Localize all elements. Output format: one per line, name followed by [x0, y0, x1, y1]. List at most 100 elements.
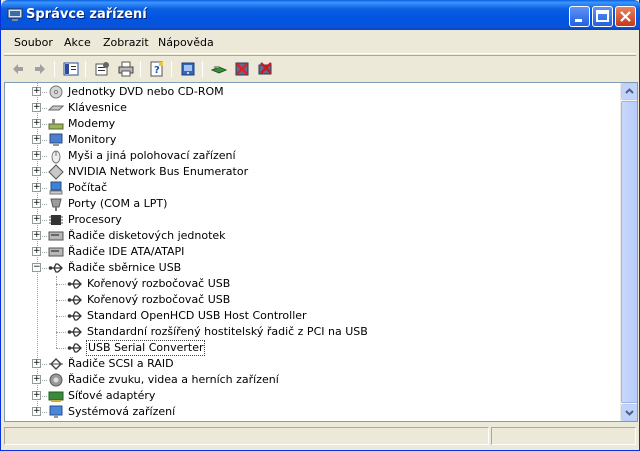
scroll-up-button[interactable] [621, 83, 637, 100]
tree-connector [56, 316, 66, 317]
tree-category-item[interactable]: Řadiče SCSI a RAID [48, 356, 175, 372]
tree-item-label: Řadiče sběrnice USB [68, 261, 182, 274]
expand-plus-icon[interactable]: + [32, 215, 41, 224]
usb-icon [67, 327, 82, 337]
back-button[interactable] [8, 59, 28, 79]
chevron-up-icon [625, 88, 634, 94]
tree-child-item[interactable]: Kořenový rozbočovač USB [67, 292, 231, 308]
expand-plus-icon[interactable]: + [32, 231, 41, 240]
menu-akce[interactable]: Akce [64, 36, 91, 49]
system-device-icon [49, 405, 63, 418]
tree-item-label: Počítač [68, 181, 108, 194]
monitor-icon [49, 133, 63, 146]
uninstall-device-icon [258, 62, 272, 75]
tree-item-label: Standard OpenHCD USB Host Controller [87, 309, 307, 322]
expand-plus-icon[interactable]: + [32, 391, 41, 400]
dvd-drive-icon [49, 85, 63, 99]
menu-soubor[interactable]: Soubor [14, 36, 53, 49]
toolbar: ? [4, 55, 636, 81]
update-driver-icon [211, 66, 227, 74]
properties-button[interactable] [92, 59, 112, 79]
tree-category-item[interactable]: Počítač [48, 180, 108, 196]
tree-item-label: Kořenový rozbočovač USB [87, 293, 231, 306]
expand-plus-icon[interactable]: + [32, 87, 41, 96]
tree-item-label: Řadiče SCSI a RAID [68, 357, 174, 370]
tree-category-item[interactable]: Síťové adaptéry [48, 388, 156, 404]
tree-category-item[interactable]: Procesory [48, 212, 123, 228]
minimize-icon [575, 19, 582, 22]
usb-icon [67, 279, 82, 289]
tree-child-item[interactable]: Standardní rozšířený hostitelský řadič z… [67, 324, 369, 340]
ide-controller-icon [48, 247, 64, 257]
menu-zobrazit[interactable]: Zobrazit [103, 36, 149, 49]
vertical-scrollbar[interactable] [620, 83, 637, 421]
title-bar[interactable]: Správce zařízení [1, 0, 640, 30]
tree-category-item[interactable]: NVIDIA Network Bus Enumerator [48, 164, 249, 180]
scroll-down-button[interactable] [621, 404, 637, 421]
minimize-button[interactable] [569, 6, 590, 27]
expand-plus-icon[interactable]: + [32, 183, 41, 192]
floppy-controller-icon [48, 231, 64, 241]
tree-item-label: Klávesnice [68, 101, 127, 114]
close-button[interactable] [615, 6, 636, 27]
tree-child-item[interactable]: Kořenový rozbočovač USB [67, 276, 231, 292]
tree-item-label: Síťové adaptéry [68, 389, 156, 402]
scroll-thumb[interactable] [621, 101, 637, 403]
tree-item-label: Řadiče disketových jednotek [68, 229, 226, 242]
print-icon [118, 61, 134, 77]
tree-item-label: Porty (COM a LPT) [68, 197, 168, 210]
show-hide-tree-button[interactable] [61, 59, 81, 79]
expand-plus-icon[interactable]: + [32, 103, 41, 112]
device-tree: Jednotky DVD nebo CD-ROM + Klávesnice + Mode… [5, 83, 620, 421]
expand-plus-icon[interactable]: + [32, 359, 41, 368]
tree-connector [56, 284, 66, 285]
tree-category-item[interactable]: Řadiče IDE ATA/ATAPI [48, 244, 185, 260]
tree-item-label: Systémová zařízení [68, 405, 176, 418]
sound-icon [49, 373, 63, 387]
tree-item-label: Modemy [68, 117, 116, 130]
expand-plus-icon[interactable]: + [32, 375, 41, 384]
tree-item-label: Monitory [68, 133, 117, 146]
tree-connector [56, 300, 66, 301]
expand-plus-icon[interactable]: + [32, 407, 41, 416]
menu-napoveda[interactable]: Nápověda [158, 36, 214, 49]
tree-category-item[interactable]: Klávesnice [48, 100, 128, 116]
processor-icon [49, 215, 63, 225]
device-tree-pane: Jednotky DVD nebo CD-ROM + Klávesnice + Mode… [4, 82, 638, 422]
expand-plus-icon[interactable]: + [32, 151, 41, 160]
tree-child-item[interactable]: Standard OpenHCD USB Host Controller [67, 308, 308, 324]
forward-button[interactable] [30, 59, 50, 79]
tree-item-label: Jednotky DVD nebo CD-ROM [68, 85, 224, 98]
expand-plus-icon[interactable]: + [32, 247, 41, 256]
usb-icon [67, 343, 82, 353]
tree-category-item[interactable]: Myši a jiná polohovací zařízení [48, 148, 237, 164]
tree-category-item[interactable]: Jednotky DVD nebo CD-ROM [48, 84, 225, 100]
expand-plus-icon[interactable]: + [32, 135, 41, 144]
status-cell-main [4, 427, 489, 445]
collapse-minus-icon[interactable]: − [32, 263, 41, 272]
tree-category-item[interactable]: Řadiče zvuku, videa a herních zařízení [48, 372, 280, 388]
uninstall-device-button[interactable] [255, 59, 275, 79]
tree-category-item[interactable]: Řadiče sběrnice USB [48, 260, 182, 276]
help-button[interactable]: ? [147, 59, 167, 79]
tree-category-item[interactable]: Řadiče disketových jednotek [48, 228, 227, 244]
chevron-down-icon [625, 410, 634, 416]
device-manager-icon [7, 8, 23, 21]
help-icon: ? [150, 61, 163, 77]
expand-plus-icon[interactable]: + [32, 199, 41, 208]
expand-plus-icon[interactable]: + [32, 119, 41, 128]
tree-category-item[interactable]: Modemy [48, 116, 116, 132]
tree-item-label: Myši a jiná polohovací zařízení [68, 149, 236, 162]
expand-plus-icon[interactable]: + [32, 167, 41, 176]
scan-hardware-button[interactable] [178, 59, 198, 79]
tree-category-item[interactable]: Systémová zařízení [48, 404, 176, 420]
scsi-controller-icon [49, 358, 63, 370]
computer-icon [49, 181, 63, 195]
update-driver-button[interactable] [209, 59, 229, 79]
print-button[interactable] [116, 59, 136, 79]
tree-category-item[interactable]: Monitory [48, 132, 117, 148]
maximize-button[interactable] [592, 6, 613, 27]
disable-device-button[interactable] [232, 59, 252, 79]
tree-category-item[interactable]: Porty (COM a LPT) [48, 196, 168, 212]
tree-child-item[interactable]: USB Serial Converter [67, 340, 206, 356]
